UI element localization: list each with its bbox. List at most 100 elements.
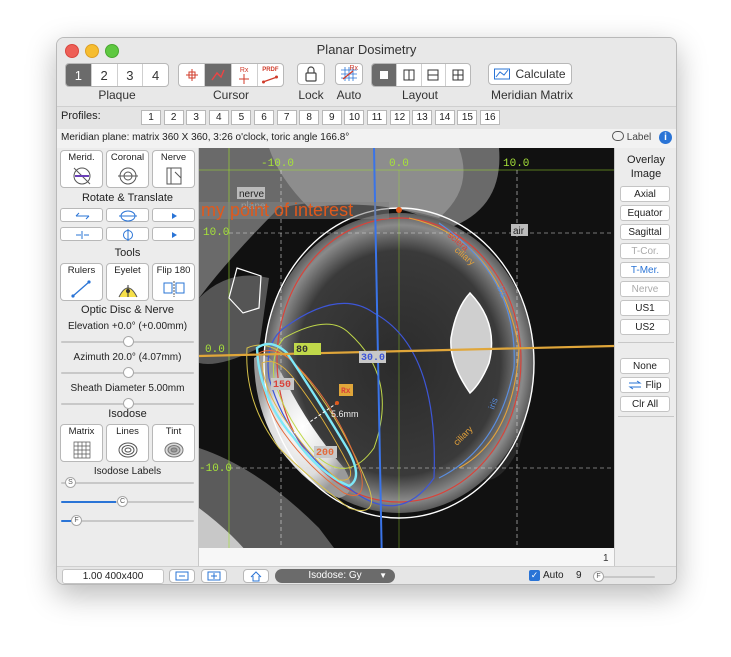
- profile-button-8[interactable]: 8: [299, 110, 320, 125]
- isodose-tint-icon: [164, 442, 184, 458]
- profiles-bar: Profiles: 1 2 3 4 5 6 7 8 9 10 11 12 13 14 15 16: [57, 107, 676, 130]
- overlay-divider: [618, 342, 674, 343]
- coronal-view-label: Coronal: [110, 152, 145, 163]
- crosshair-cursor-button[interactable]: [179, 64, 206, 86]
- rx-cursor-button[interactable]: Rx: [232, 64, 258, 86]
- profile-button-14[interactable]: 14: [434, 110, 455, 125]
- plaque-segment-1[interactable]: 1: [66, 64, 92, 86]
- layout-horizontal-split-button[interactable]: [422, 64, 447, 86]
- profile-button-7[interactable]: 7: [276, 110, 297, 125]
- translate-right-2-button[interactable]: [152, 227, 195, 241]
- layout-single-button[interactable]: [372, 64, 397, 86]
- profile-button-13[interactable]: 13: [412, 110, 433, 125]
- overlay-none-button[interactable]: None: [620, 358, 670, 374]
- overlay-us1-button[interactable]: US1: [620, 300, 670, 316]
- profile-button-9[interactable]: 9: [321, 110, 342, 125]
- s-slider-knob[interactable]: S: [65, 477, 76, 488]
- label-toggle[interactable]: Label: [612, 131, 651, 143]
- isodose-units-select[interactable]: Isodose: Gy ▼: [275, 569, 395, 583]
- sheath-diameter-label: Sheath Diameter 5.00mm: [70, 383, 185, 394]
- isodose-label-s-slider[interactable]: S: [61, 477, 194, 488]
- overlay-tmer-button[interactable]: T-Mer.: [620, 262, 670, 278]
- elevation-slider-knob[interactable]: [123, 336, 134, 347]
- flip-vertical-button[interactable]: [106, 227, 149, 241]
- overlay-us2-button[interactable]: US2: [620, 319, 670, 335]
- rx-crosshair-icon: [239, 73, 250, 84]
- calculate-button[interactable]: Calculate: [488, 63, 572, 85]
- lock-button[interactable]: [297, 63, 325, 85]
- flip-180-tool-button[interactable]: Flip 180: [152, 263, 195, 301]
- overlay-nerve-button[interactable]: Nerve: [620, 281, 670, 297]
- isodose-lines-icon: [118, 442, 138, 458]
- isodose-lines-button[interactable]: Lines: [106, 424, 149, 462]
- elevation-slider[interactable]: [61, 336, 194, 347]
- profile-button-3[interactable]: 3: [186, 110, 207, 125]
- coronal-view-button[interactable]: Coronal: [106, 150, 149, 188]
- plaque-segment-4[interactable]: 4: [143, 64, 168, 86]
- azimuth-slider[interactable]: [61, 367, 194, 378]
- plaque-segment-2[interactable]: 2: [92, 64, 118, 86]
- isodose-matrix-button[interactable]: Matrix: [60, 424, 103, 462]
- profile-button-16[interactable]: 16: [480, 110, 500, 125]
- auto-rx-button[interactable]: Rx: [335, 63, 363, 85]
- rotate-horizontal-button[interactable]: [60, 208, 103, 222]
- isodose-label-c-slider[interactable]: C: [61, 496, 194, 507]
- isodose-label-80: 80: [296, 345, 308, 356]
- profile-button-10[interactable]: 10: [344, 110, 365, 125]
- overlay-sagittal-button[interactable]: Sagittal: [620, 224, 670, 240]
- nerve-view-label: Nerve: [160, 152, 187, 163]
- vertical-split-icon: [403, 69, 415, 81]
- isodose-label-f-slider[interactable]: F: [61, 515, 194, 526]
- azimuth-slider-knob[interactable]: [123, 367, 134, 378]
- home-button[interactable]: [243, 569, 269, 583]
- status-f-slider[interactable]: F: [593, 571, 655, 582]
- rx-marker-label: Rx: [341, 387, 351, 396]
- path-cursor-button[interactable]: [205, 64, 232, 86]
- rulers-tool-button[interactable]: Rulers: [60, 263, 103, 301]
- window-title: Planar Dosimetry: [316, 42, 417, 57]
- prdf-cursor-button[interactable]: PRDF: [258, 64, 283, 86]
- sheath-slider[interactable]: [61, 398, 194, 409]
- info-icon[interactable]: i: [659, 131, 672, 144]
- air-label: air: [513, 226, 525, 237]
- auto-label: Auto: [336, 88, 362, 102]
- chevron-down-icon: ▼: [379, 571, 387, 580]
- isodose-label-150: 150: [273, 380, 291, 391]
- profile-button-5[interactable]: 5: [231, 110, 252, 125]
- profile-button-12[interactable]: 12: [389, 110, 410, 125]
- plaque-segment-3[interactable]: 3: [118, 64, 144, 86]
- profile-button-11[interactable]: 11: [367, 110, 387, 125]
- overlay-clear-all-button[interactable]: Clr All: [620, 396, 670, 412]
- eyelet-tool-button[interactable]: Eyelet: [106, 263, 149, 301]
- c-slider-knob[interactable]: C: [117, 496, 128, 507]
- flip-horizontal-button[interactable]: [60, 227, 103, 241]
- overlay-flip-button[interactable]: Flip: [620, 377, 670, 393]
- zoom-in-button[interactable]: [201, 569, 227, 583]
- auto-checkbox[interactable]: ✓: [529, 570, 540, 581]
- overlay-equator-button[interactable]: Equator: [620, 205, 670, 221]
- overlay-axial-button[interactable]: Axial: [620, 186, 670, 202]
- status-f-slider-knob[interactable]: F: [593, 571, 604, 582]
- profile-button-15[interactable]: 15: [457, 110, 478, 125]
- profile-button-6[interactable]: 6: [254, 110, 274, 125]
- profile-button-2[interactable]: 2: [163, 110, 184, 125]
- overlay-tcor-button[interactable]: T-Cor.: [620, 243, 670, 259]
- layout-quad-button[interactable]: [446, 64, 470, 86]
- overlay-panel: Overlay Image Axial Equator Sagittal T-C…: [614, 148, 676, 568]
- rotate-vertical-button[interactable]: [106, 208, 149, 222]
- cursor-label: Cursor: [212, 88, 249, 102]
- profile-button-4[interactable]: 4: [208, 110, 229, 125]
- layout-vertical-split-button[interactable]: [397, 64, 422, 86]
- dosimetry-image-viewer[interactable]: -10.0 0.0 10.0 10.0 0.0 -10.0 nerve my p…: [199, 148, 614, 568]
- isodose-tint-button[interactable]: Tint: [152, 424, 195, 462]
- rx-cursor-label: Rx: [239, 66, 249, 74]
- rotate-h-icon: [75, 212, 90, 220]
- nerve-view-button[interactable]: Nerve: [152, 150, 195, 188]
- zoom-out-button[interactable]: [169, 569, 195, 583]
- f-slider-knob[interactable]: F: [71, 515, 82, 526]
- axis-left-label-0: 0.0: [205, 344, 225, 356]
- profile-button-1[interactable]: 1: [141, 110, 161, 125]
- translate-right-button[interactable]: [152, 208, 195, 222]
- meridian-view-button[interactable]: Merid.: [60, 150, 103, 188]
- left-tool-panel: Merid. Coronal Nerve Rotate & Translate …: [57, 148, 199, 568]
